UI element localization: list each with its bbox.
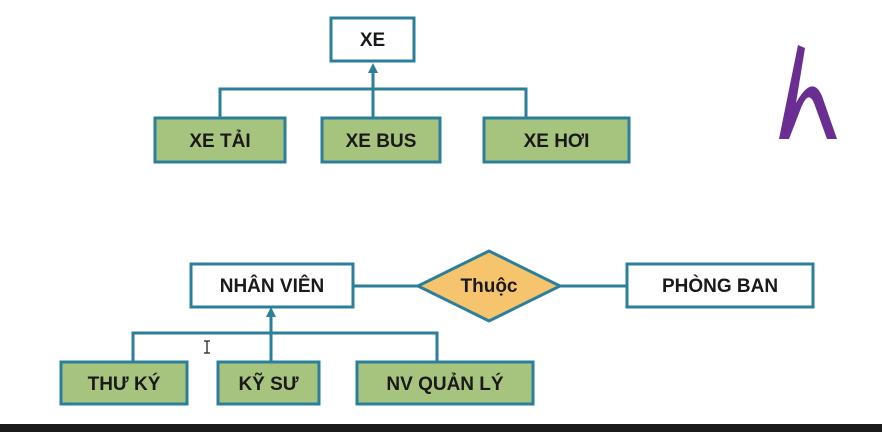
bottom-edge-strip (0, 424, 882, 432)
subtype-xe-tai-label: XE TẢI (189, 130, 250, 152)
subtype-xe-tai: XE TẢI (153, 116, 287, 164)
subtype-ky-su-label: KỸ SƯ (238, 373, 298, 395)
entity-nhan-vien-label: NHÂN VIÊN (220, 275, 325, 297)
text-cursor-icon (204, 340, 210, 354)
subtype-xe-bus: XE BUS (320, 116, 442, 164)
subtype-xe-bus-label: XE BUS (346, 131, 417, 152)
subtype-nv-quan-ly-label: NV QUẢN LÝ (386, 373, 504, 395)
subtype-thu-ky: THƯ KÝ (59, 360, 189, 406)
relationship-thuoc: Thuộc (414, 249, 564, 323)
vehicle-hierarchy: XE XE TẢI XE BUS XE HƠI (153, 16, 631, 164)
subtype-thu-ky-label: THƯ KÝ (88, 373, 161, 395)
entity-xe: XE (329, 16, 416, 63)
entity-phong-ban: PHÒNG BAN (625, 262, 815, 309)
h-letter-logo-icon (779, 45, 837, 139)
entity-xe-label: XE (360, 30, 385, 51)
vehicle-arrowhead (368, 63, 378, 73)
entity-phong-ban-label: PHÒNG BAN (662, 275, 778, 297)
employee-hierarchy: NHÂN VIÊN Thuộc PHÒNG BAN THƯ KÝ KỸ SƯ N… (59, 249, 815, 406)
relationship-thuoc-label: Thuộc (461, 276, 518, 297)
subtype-xe-hoi-label: XE HƠI (524, 131, 590, 152)
subtype-xe-hoi: XE HƠI (482, 116, 631, 164)
entity-nhan-vien: NHÂN VIÊN (189, 262, 355, 309)
employee-connector-bar (131, 331, 439, 362)
subtype-ky-su: KỸ SƯ (216, 360, 321, 406)
subtype-nv-quan-ly: NV QUẢN LÝ (355, 360, 535, 406)
er-diagram-canvas: XE XE TẢI XE BUS XE HƠI NHÂN VIÊN Thuộc … (59, 16, 837, 406)
